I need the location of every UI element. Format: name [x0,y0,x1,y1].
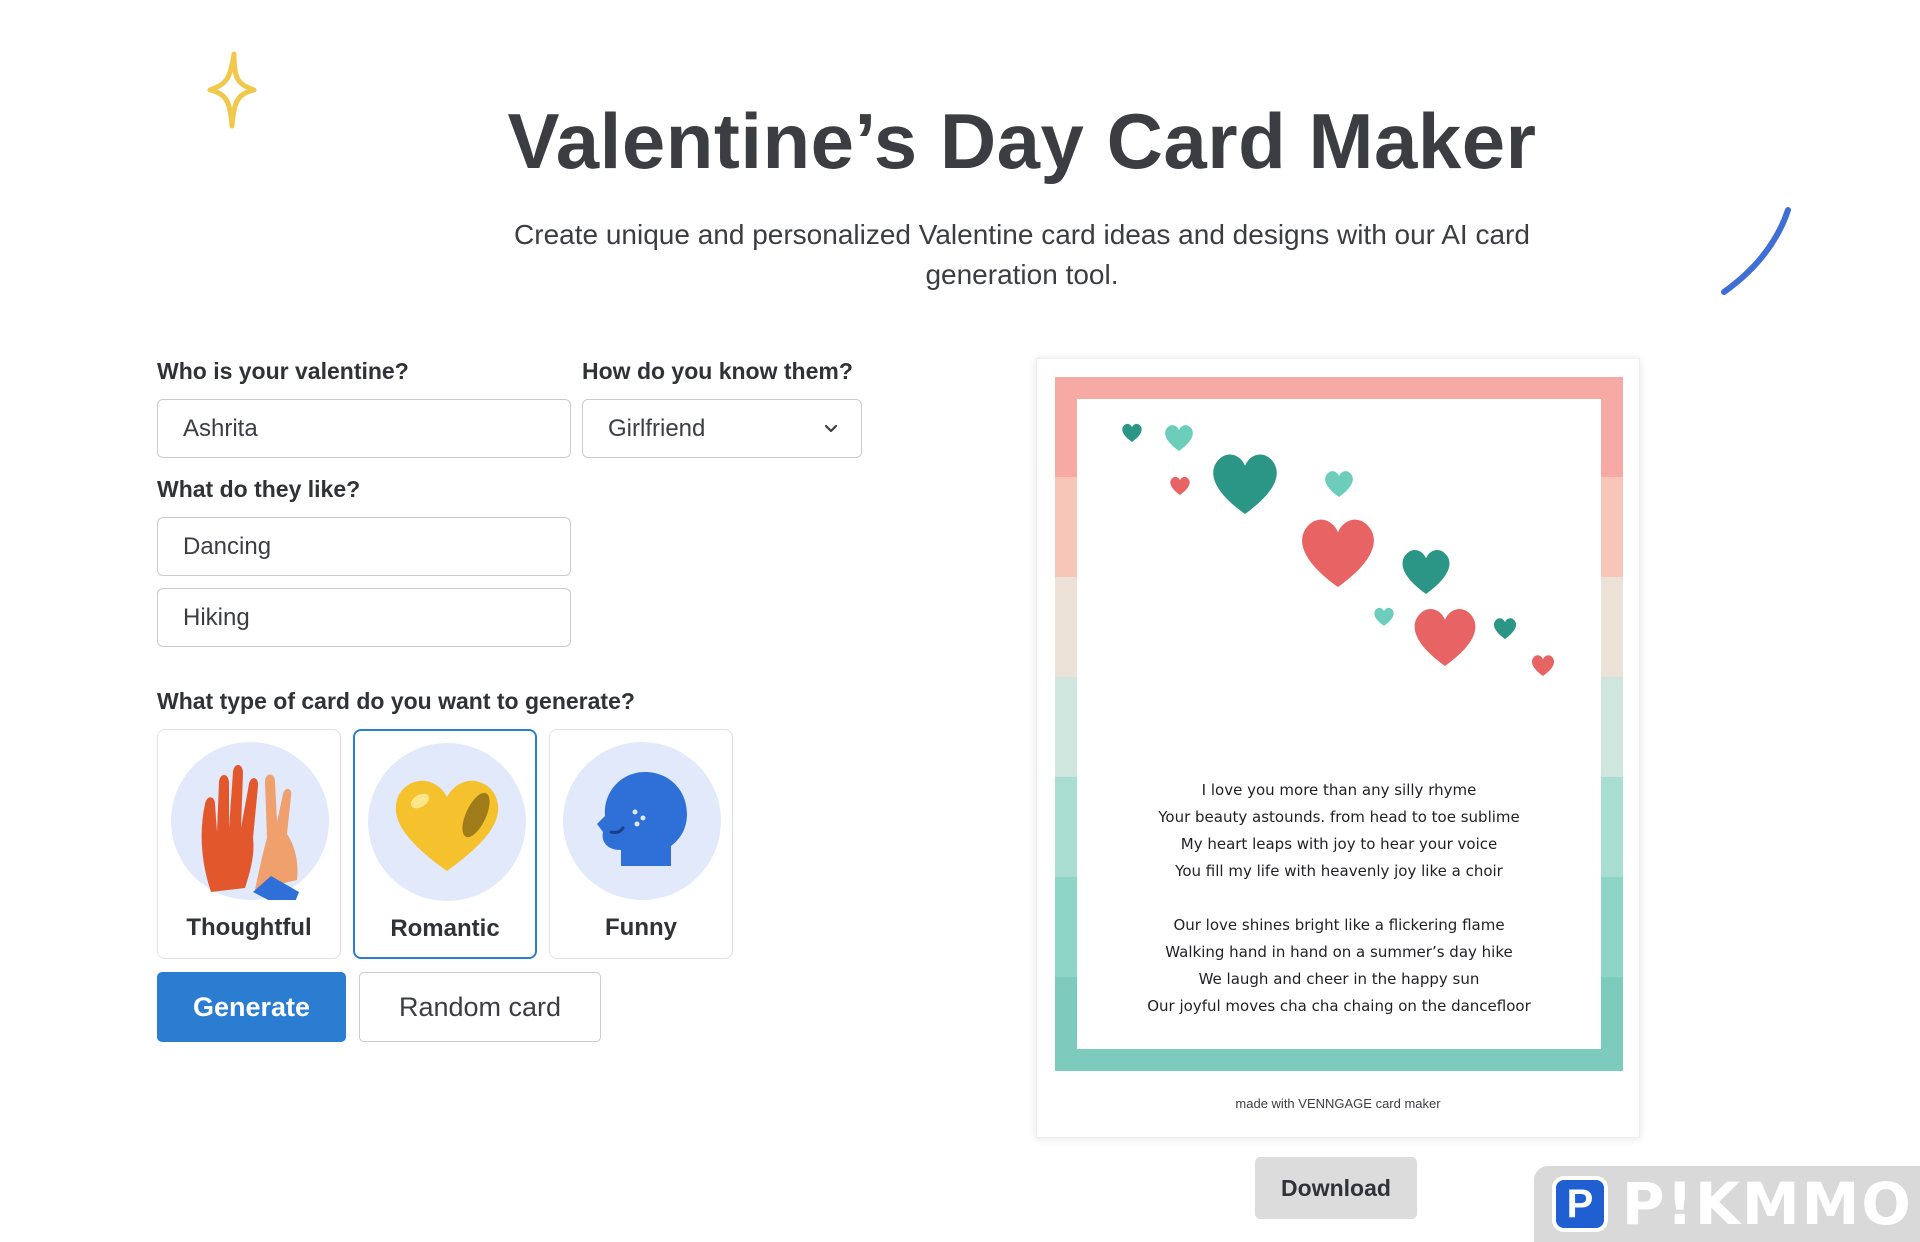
card-type-thoughtful[interactable]: Thoughtful [157,729,341,959]
card-type-label-funny: Funny [605,914,677,941]
heart-icon [368,743,526,901]
heart-decoration-icon [1414,609,1476,666]
relation-select[interactable]: Girlfriend [582,399,862,458]
poem-line: Walking hand in hand on a summer’s day h… [1165,943,1513,961]
poem-stanza: I love you more than any silly rhyme You… [1077,777,1601,885]
card-type-label-romantic: Romantic [390,915,500,942]
page-title: Valentine’s Day Card Maker [507,97,1537,185]
random-card-button[interactable]: Random card [359,972,601,1042]
download-button[interactable]: Download [1255,1157,1417,1219]
relation-label: How do you know them? [582,358,853,384]
like-input-1[interactable]: Dancing [157,517,571,576]
relation-select-value: Girlfriend [608,414,706,442]
card-poem: I love you more than any silly rhyme You… [1077,777,1601,1020]
heart-decoration-icon [1402,549,1450,594]
made-with-credit: made with VENNGAGE card maker [1235,1096,1441,1111]
poem-line: I love you more than any silly rhyme [1201,781,1477,799]
generate-button[interactable]: Generate [157,972,346,1042]
valentine-name-input[interactable]: Ashrita [157,399,571,458]
poem-line: Our love shines bright like a flickering… [1173,916,1505,934]
poem-line: You fill my life with heavenly joy like … [1175,862,1503,880]
card-type-romantic[interactable]: Romantic [353,729,537,959]
chevron-down-icon [824,424,838,433]
card-type-label: What type of card do you want to generat… [157,688,635,714]
likes-label: What do they like? [157,476,361,502]
valentine-label: Who is your valentine? [157,358,409,384]
heart-decoration-icon [1493,618,1517,639]
poem-stanza: Our love shines bright like a flickering… [1077,912,1601,1020]
heart-decoration-icon [1122,423,1142,442]
watermark-text: P!KMMO [1622,1170,1913,1238]
card-type-label-thoughtful: Thoughtful [186,914,312,941]
like-input-2[interactable]: Hiking [157,588,571,647]
high-five-icon [171,742,329,912]
page-header: Valentine’s Day Card Maker Create unique… [0,96,1920,295]
heart-decoration-icon [1325,471,1353,497]
heart-decoration-icon [1531,655,1555,676]
poem-line: Our joyful moves cha cha chaing on the d… [1147,997,1531,1015]
head-icon [563,742,721,900]
poem-line: Your beauty astounds. from head to toe s… [1158,808,1520,826]
heart-decoration-icon [1374,607,1394,626]
poem-line: We laugh and cheer in the happy sun [1198,970,1480,988]
hearts-illustration [1122,423,1555,676]
card-inner: I love you more than any silly rhyme You… [1077,399,1601,1049]
heart-decoration-icon [1302,519,1374,587]
heart-decoration-icon [1165,425,1193,451]
card-preview: I love you more than any silly rhyme You… [1036,358,1640,1138]
heart-decoration-icon [1170,476,1190,495]
poem-line: My heart leaps with joy to hear your voi… [1180,835,1498,853]
watermark-logo: P P!KMMO [1534,1166,1920,1242]
card-type-funny[interactable]: Funny [549,729,733,959]
page-subtitle: Create unique and personalized Valentine… [514,219,1530,290]
heart-decoration-icon [1213,454,1277,514]
watermark-p-icon: P [1552,1176,1608,1232]
